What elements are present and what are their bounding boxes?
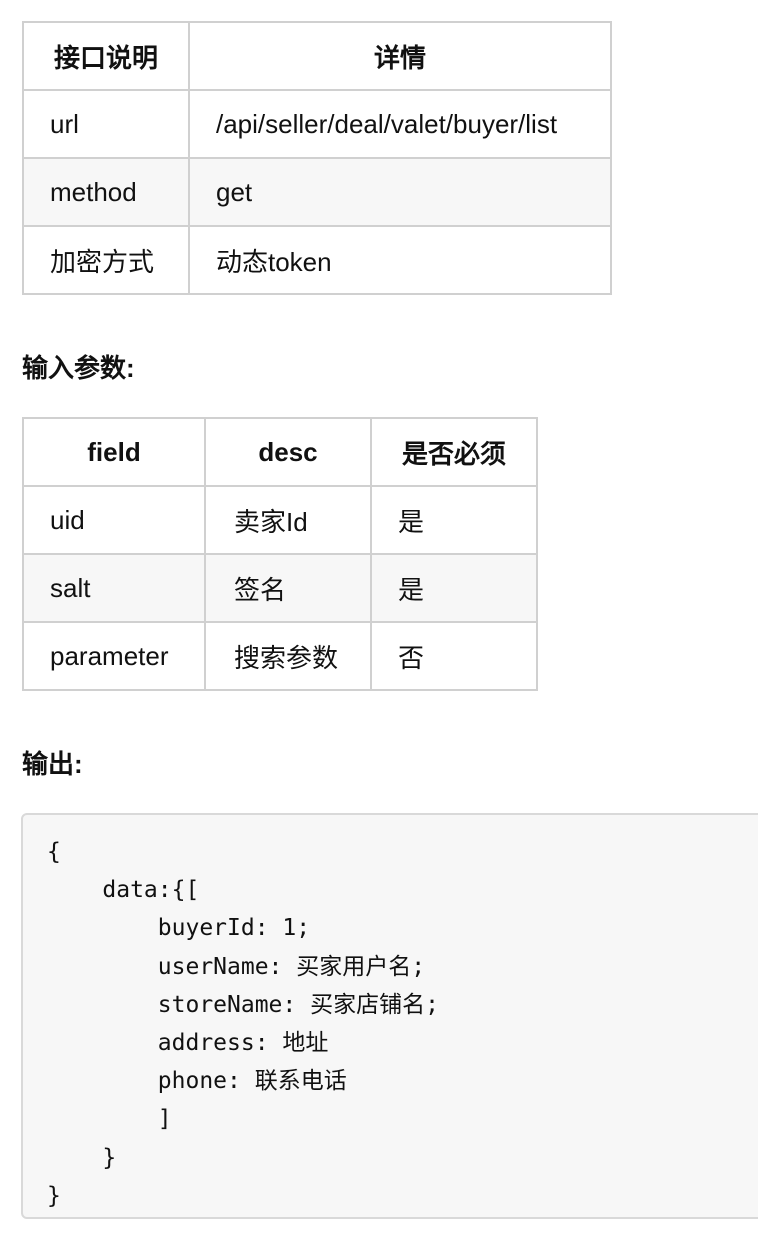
table-row: url /api/seller/deal/valet/buyer/list [22,89,612,159]
input-params-heading: 输入参数: [22,353,135,383]
table-cell: 加密方式 [22,225,190,295]
code-line: userName: 买家用户名; [47,953,426,980]
table-header-row: field desc 是否必须 [22,417,538,487]
code-line: data:{[ [47,877,200,904]
table-row: method get [22,157,612,227]
table-header-row: 接口说明 详情 [22,21,612,91]
output-code-block: { data:{[ buyerId: 1; userName: 买家用户名; s… [21,813,758,1219]
code-line: } [47,1182,61,1209]
table-row: 加密方式 动态token [22,225,612,295]
table-cell: method [22,157,190,227]
code-line: address: 地址 [47,1030,329,1057]
table-cell: uid [22,485,206,555]
code-line: phone: 联系电话 [47,1068,347,1095]
table-cell: 是 [370,553,538,623]
table-cell: parameter [22,621,206,691]
table-cell: 动态token [188,225,612,295]
table-cell: 否 [370,621,538,691]
column-header-desc: desc [204,417,372,487]
column-header-interface: 接口说明 [22,21,190,91]
column-header-required: 是否必须 [370,417,538,487]
column-header-details: 详情 [188,21,612,91]
output-heading: 输出: [22,749,83,779]
code-content: { data:{[ buyerId: 1; userName: 买家用户名; s… [47,833,439,1215]
code-line: buyerId: 1; [47,915,311,942]
table-cell: 卖家Id [204,485,372,555]
table-cell: 签名 [204,553,372,623]
table-cell: get [188,157,612,227]
code-line: storeName: 买家店铺名; [47,991,439,1018]
column-header-field: field [22,417,206,487]
table-cell: 是 [370,485,538,555]
table-row: uid 卖家Id 是 [22,485,538,555]
table-row: salt 签名 是 [22,553,538,623]
code-line: { [47,839,61,865]
api-info-table: 接口说明 详情 url /api/seller/deal/valet/buyer… [22,21,612,295]
code-line: ] [47,1106,172,1133]
input-params-table: field desc 是否必须 uid 卖家Id 是 salt 签名 是 par… [22,417,538,691]
code-line: } [47,1144,117,1171]
table-cell: /api/seller/deal/valet/buyer/list [188,89,612,159]
table-row: parameter 搜索参数 否 [22,621,538,691]
table-cell: url [22,89,190,159]
table-cell: 搜索参数 [204,621,372,691]
table-cell: salt [22,553,206,623]
